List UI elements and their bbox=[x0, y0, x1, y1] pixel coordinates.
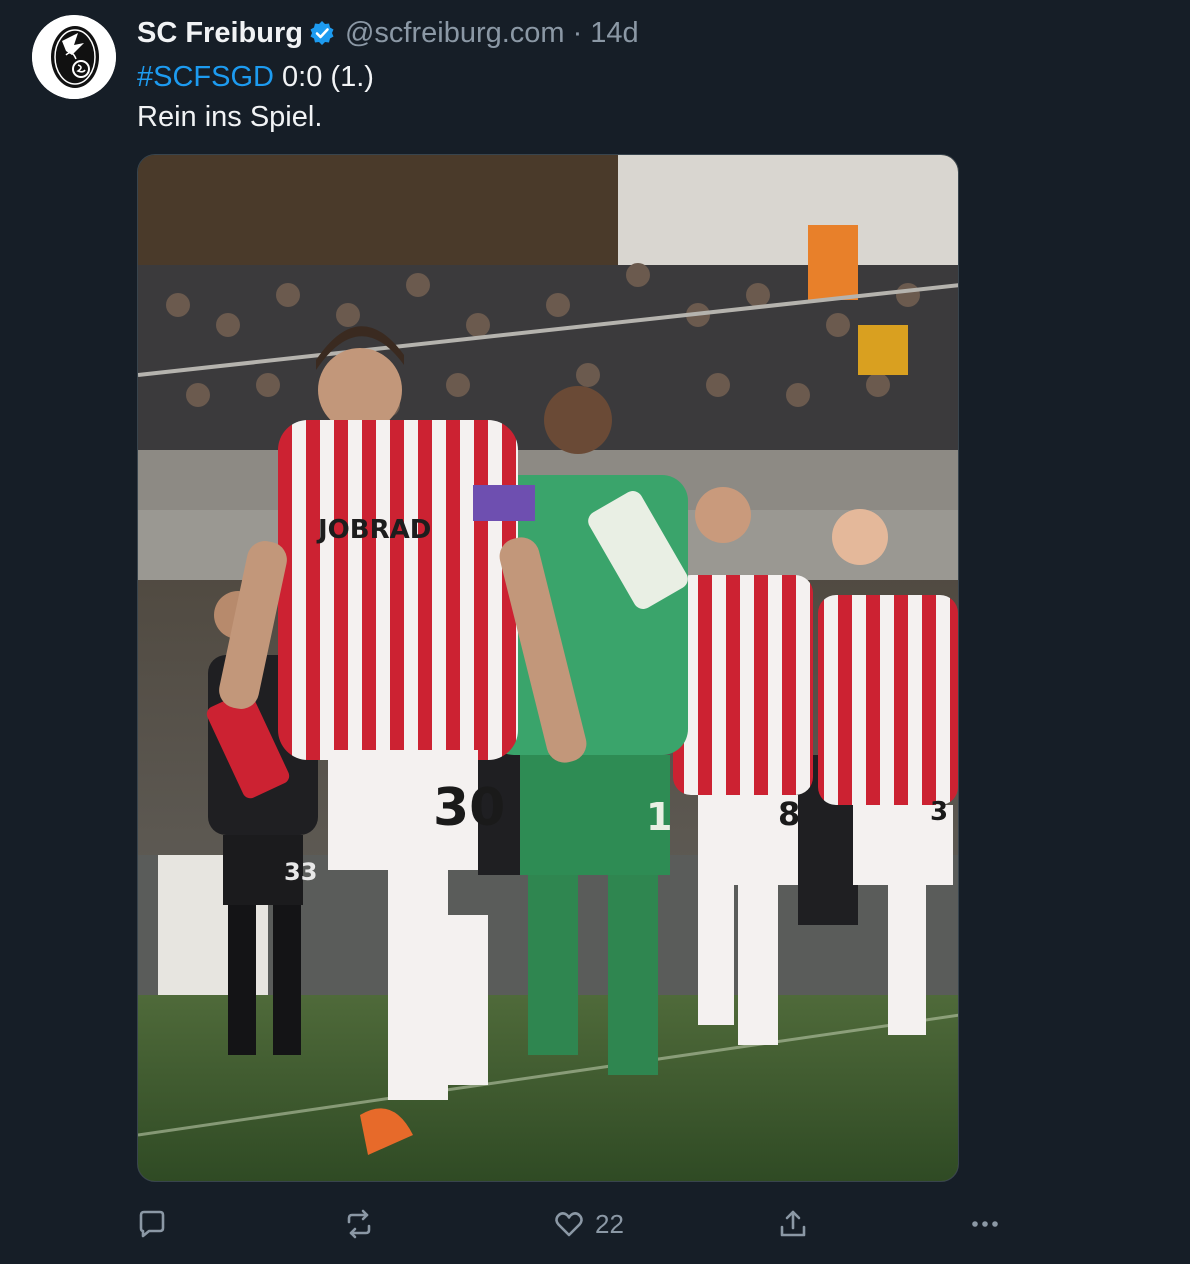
post-text-line-2: Rein ins Spiel. bbox=[137, 101, 323, 133]
reply-button[interactable] bbox=[136, 1204, 168, 1244]
repost-button[interactable] bbox=[343, 1204, 375, 1244]
post: SC Freiburg @scfreiburg.com · 14d #SCFSG… bbox=[0, 0, 1190, 1264]
repost-icon bbox=[347, 1209, 371, 1239]
jersey-number-8: 8 bbox=[778, 795, 800, 833]
like-count: 22 bbox=[595, 1208, 624, 1239]
separator-dot: · bbox=[572, 17, 583, 49]
post-timestamp[interactable]: 14d bbox=[590, 14, 638, 52]
like-button[interactable]: 22 bbox=[553, 1204, 624, 1244]
score-text: 0:0 (1.) bbox=[273, 61, 374, 93]
verified-badge-icon bbox=[309, 20, 335, 46]
display-name[interactable]: SC Freiburg bbox=[137, 14, 303, 52]
jersey-number-1: 1 bbox=[646, 795, 672, 839]
share-button[interactable] bbox=[777, 1204, 809, 1244]
share-icon bbox=[780, 1210, 806, 1237]
hashtag-link[interactable]: #SCFSGD bbox=[137, 61, 274, 93]
jersey-number-3: 3 bbox=[930, 797, 948, 827]
sc-freiburg-crest-icon bbox=[32, 15, 116, 99]
post-photo[interactable]: 30 1 8 3 33 JOBRAD bbox=[137, 154, 959, 1182]
jersey-number-30: 30 bbox=[433, 778, 505, 838]
more-icon bbox=[972, 1221, 998, 1227]
reply-icon bbox=[139, 1210, 165, 1238]
post-actions: 22 bbox=[0, 1204, 1190, 1244]
sponsor-text: JOBRAD bbox=[316, 515, 431, 545]
avatar[interactable] bbox=[32, 15, 116, 99]
post-text-line-1: #SCFSGD 0:0 (1.) bbox=[137, 58, 374, 96]
post-header: SC Freiburg @scfreiburg.com · 14d bbox=[137, 14, 639, 52]
more-options-button[interactable] bbox=[969, 1204, 1001, 1244]
jersey-number-33: 33 bbox=[284, 858, 317, 886]
heart-icon bbox=[555, 1212, 583, 1237]
author-handle[interactable]: @scfreiburg.com bbox=[345, 14, 565, 52]
